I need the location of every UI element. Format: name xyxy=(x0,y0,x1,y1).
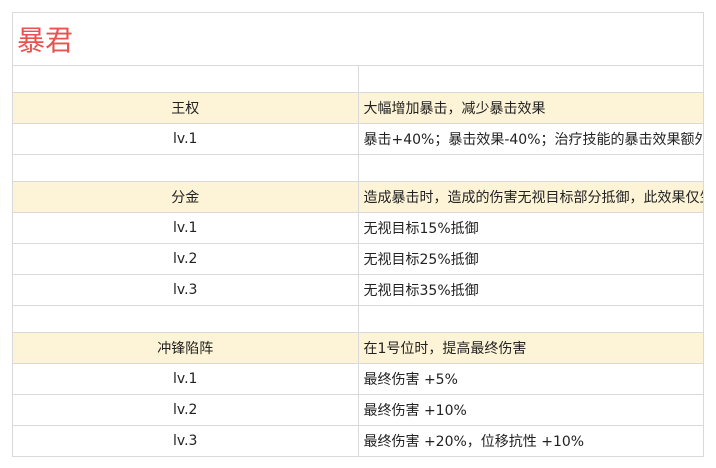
level-row: lv.1 无视目标15%抵御 xyxy=(12,212,704,244)
title-cell: 暴君 xyxy=(12,12,704,66)
level-row: lv.2 最终伤害 +10% xyxy=(12,394,704,426)
level-label: lv.3 xyxy=(12,274,359,306)
title-row: 暴君 xyxy=(12,12,704,66)
level-label: lv.1 xyxy=(12,123,359,155)
level-effect: 无视目标25%抵御 xyxy=(357,243,704,275)
level-label: lv.3 xyxy=(12,425,359,457)
level-effect: 无视目标35%抵御 xyxy=(357,274,704,306)
level-label: lv.1 xyxy=(12,363,359,395)
level-label: lv.2 xyxy=(12,394,359,426)
level-effect: 最终伤害 +10% xyxy=(357,394,704,426)
level-row: lv.3 无视目标35%抵御 xyxy=(12,274,704,306)
level-label: lv.2 xyxy=(12,243,359,275)
level-row: lv.1 暴击+40%；暴击效果-40%；治疗技能的暴击效果额外-30% xyxy=(12,123,704,155)
section-desc: 造成暴击时，造成的伤害无视目标部分抵御，此效果仅生效于抵御大于零的部分 xyxy=(357,181,704,213)
spacer-row xyxy=(12,305,704,333)
level-row: lv.2 无视目标25%抵御 xyxy=(12,243,704,275)
level-effect: 无视目标15%抵御 xyxy=(357,212,704,244)
section-desc: 在1号位时，提高最终伤害 xyxy=(357,332,704,364)
section-name: 冲锋陷阵 xyxy=(12,332,359,364)
level-label: lv.1 xyxy=(12,212,359,244)
section-desc: 大幅增加暴击，减少暴击效果 xyxy=(357,92,704,124)
spacer-row xyxy=(12,65,704,93)
skill-table: 暴君 王权 大幅增加暴击，减少暴击效果 lv.1 暴击+40%；暴击效果-40%… xyxy=(12,12,704,457)
level-effect: 最终伤害 +20%，位移抗性 +10% xyxy=(357,425,704,457)
level-effect: 最终伤害 +5% xyxy=(357,363,704,395)
section-header-row: 冲锋陷阵 在1号位时，提高最终伤害 xyxy=(12,332,704,364)
level-row: lv.3 最终伤害 +20%，位移抗性 +10% xyxy=(12,425,704,457)
section-header-row: 分金 造成暴击时，造成的伤害无视目标部分抵御，此效果仅生效于抵御大于零的部分 xyxy=(12,181,704,213)
section-header-row: 王权 大幅增加暴击，减少暴击效果 xyxy=(12,92,704,124)
level-effect: 暴击+40%；暴击效果-40%；治疗技能的暴击效果额外-30% xyxy=(357,123,704,155)
spacer-row xyxy=(12,154,704,182)
section-name: 王权 xyxy=(12,92,359,124)
page-title: 暴君 xyxy=(17,24,74,57)
section-name: 分金 xyxy=(12,181,359,213)
level-row: lv.1 最终伤害 +5% xyxy=(12,363,704,395)
